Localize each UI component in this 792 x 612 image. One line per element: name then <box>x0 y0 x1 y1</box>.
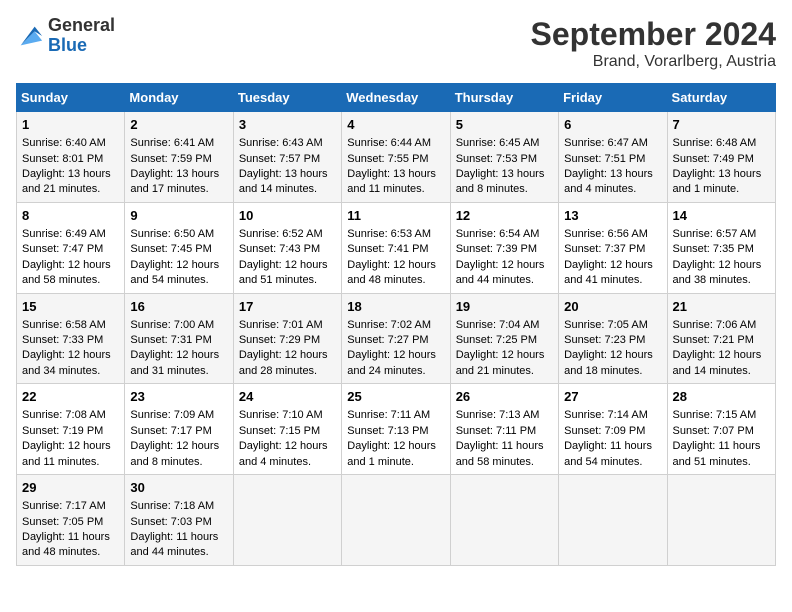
calendar-row: 1Sunrise: 6:40 AMSunset: 8:01 PMDaylight… <box>17 112 776 203</box>
day-number: 22 <box>22 388 119 406</box>
col-thursday: Thursday <box>450 84 558 112</box>
table-row <box>233 475 341 566</box>
table-row: 6Sunrise: 6:47 AMSunset: 7:51 PMDaylight… <box>559 112 667 203</box>
logo-icon <box>16 22 44 50</box>
col-saturday: Saturday <box>667 84 775 112</box>
table-row <box>342 475 450 566</box>
logo: General Blue <box>16 16 115 56</box>
table-row <box>667 475 775 566</box>
day-number: 12 <box>456 207 553 225</box>
table-row: 28Sunrise: 7:15 AMSunset: 7:07 PMDayligh… <box>667 384 775 475</box>
day-number: 28 <box>673 388 770 406</box>
table-row: 21Sunrise: 7:06 AMSunset: 7:21 PMDayligh… <box>667 293 775 384</box>
table-row: 18Sunrise: 7:02 AMSunset: 7:27 PMDayligh… <box>342 293 450 384</box>
table-row: 22Sunrise: 7:08 AMSunset: 7:19 PMDayligh… <box>17 384 125 475</box>
table-row: 5Sunrise: 6:45 AMSunset: 7:53 PMDaylight… <box>450 112 558 203</box>
day-number: 5 <box>456 116 553 134</box>
calendar-body: 1Sunrise: 6:40 AMSunset: 8:01 PMDaylight… <box>17 112 776 566</box>
col-tuesday: Tuesday <box>233 84 341 112</box>
day-number: 15 <box>22 298 119 316</box>
table-row: 8Sunrise: 6:49 AMSunset: 7:47 PMDaylight… <box>17 202 125 293</box>
table-row: 10Sunrise: 6:52 AMSunset: 7:43 PMDayligh… <box>233 202 341 293</box>
calendar-row: 15Sunrise: 6:58 AMSunset: 7:33 PMDayligh… <box>17 293 776 384</box>
table-row: 11Sunrise: 6:53 AMSunset: 7:41 PMDayligh… <box>342 202 450 293</box>
table-row: 13Sunrise: 6:56 AMSunset: 7:37 PMDayligh… <box>559 202 667 293</box>
table-row: 1Sunrise: 6:40 AMSunset: 8:01 PMDaylight… <box>17 112 125 203</box>
day-number: 17 <box>239 298 336 316</box>
page-subtitle: Brand, Vorarlberg, Austria <box>531 53 776 71</box>
day-number: 4 <box>347 116 444 134</box>
table-row <box>559 475 667 566</box>
logo-blue: Blue <box>48 36 115 56</box>
table-row: 2Sunrise: 6:41 AMSunset: 7:59 PMDaylight… <box>125 112 233 203</box>
table-row: 4Sunrise: 6:44 AMSunset: 7:55 PMDaylight… <box>342 112 450 203</box>
table-row: 24Sunrise: 7:10 AMSunset: 7:15 PMDayligh… <box>233 384 341 475</box>
day-number: 13 <box>564 207 661 225</box>
day-number: 18 <box>347 298 444 316</box>
day-number: 19 <box>456 298 553 316</box>
table-row <box>450 475 558 566</box>
day-number: 2 <box>130 116 227 134</box>
day-number: 7 <box>673 116 770 134</box>
day-number: 1 <box>22 116 119 134</box>
day-number: 6 <box>564 116 661 134</box>
table-row: 30Sunrise: 7:18 AMSunset: 7:03 PMDayligh… <box>125 475 233 566</box>
day-number: 27 <box>564 388 661 406</box>
logo-text: General Blue <box>48 16 115 56</box>
table-row: 17Sunrise: 7:01 AMSunset: 7:29 PMDayligh… <box>233 293 341 384</box>
day-number: 20 <box>564 298 661 316</box>
day-number: 25 <box>347 388 444 406</box>
table-row: 27Sunrise: 7:14 AMSunset: 7:09 PMDayligh… <box>559 384 667 475</box>
table-row: 29Sunrise: 7:17 AMSunset: 7:05 PMDayligh… <box>17 475 125 566</box>
col-sunday: Sunday <box>17 84 125 112</box>
table-row: 9Sunrise: 6:50 AMSunset: 7:45 PMDaylight… <box>125 202 233 293</box>
day-number: 23 <box>130 388 227 406</box>
day-number: 30 <box>130 479 227 497</box>
table-row: 16Sunrise: 7:00 AMSunset: 7:31 PMDayligh… <box>125 293 233 384</box>
day-number: 24 <box>239 388 336 406</box>
table-row: 14Sunrise: 6:57 AMSunset: 7:35 PMDayligh… <box>667 202 775 293</box>
day-number: 14 <box>673 207 770 225</box>
table-row: 20Sunrise: 7:05 AMSunset: 7:23 PMDayligh… <box>559 293 667 384</box>
col-monday: Monday <box>125 84 233 112</box>
day-number: 21 <box>673 298 770 316</box>
day-number: 16 <box>130 298 227 316</box>
table-row: 12Sunrise: 6:54 AMSunset: 7:39 PMDayligh… <box>450 202 558 293</box>
calendar-row: 29Sunrise: 7:17 AMSunset: 7:05 PMDayligh… <box>17 475 776 566</box>
table-row: 23Sunrise: 7:09 AMSunset: 7:17 PMDayligh… <box>125 384 233 475</box>
calendar-header-row: Sunday Monday Tuesday Wednesday Thursday… <box>17 84 776 112</box>
col-wednesday: Wednesday <box>342 84 450 112</box>
title-block: September 2024 Brand, Vorarlberg, Austri… <box>531 16 776 71</box>
table-row: 25Sunrise: 7:11 AMSunset: 7:13 PMDayligh… <box>342 384 450 475</box>
logo-general: General <box>48 16 115 36</box>
day-number: 8 <box>22 207 119 225</box>
calendar-table: Sunday Monday Tuesday Wednesday Thursday… <box>16 83 776 566</box>
day-number: 9 <box>130 207 227 225</box>
table-row: 3Sunrise: 6:43 AMSunset: 7:57 PMDaylight… <box>233 112 341 203</box>
day-number: 29 <box>22 479 119 497</box>
day-number: 10 <box>239 207 336 225</box>
table-row: 19Sunrise: 7:04 AMSunset: 7:25 PMDayligh… <box>450 293 558 384</box>
calendar-row: 22Sunrise: 7:08 AMSunset: 7:19 PMDayligh… <box>17 384 776 475</box>
col-friday: Friday <box>559 84 667 112</box>
day-number: 11 <box>347 207 444 225</box>
table-row: 7Sunrise: 6:48 AMSunset: 7:49 PMDaylight… <box>667 112 775 203</box>
table-row: 15Sunrise: 6:58 AMSunset: 7:33 PMDayligh… <box>17 293 125 384</box>
day-number: 26 <box>456 388 553 406</box>
day-number: 3 <box>239 116 336 134</box>
table-row: 26Sunrise: 7:13 AMSunset: 7:11 PMDayligh… <box>450 384 558 475</box>
page-title: September 2024 <box>531 16 776 53</box>
calendar-header: Sunday Monday Tuesday Wednesday Thursday… <box>17 84 776 112</box>
page-header: General Blue September 2024 Brand, Vorar… <box>16 16 776 71</box>
calendar-row: 8Sunrise: 6:49 AMSunset: 7:47 PMDaylight… <box>17 202 776 293</box>
